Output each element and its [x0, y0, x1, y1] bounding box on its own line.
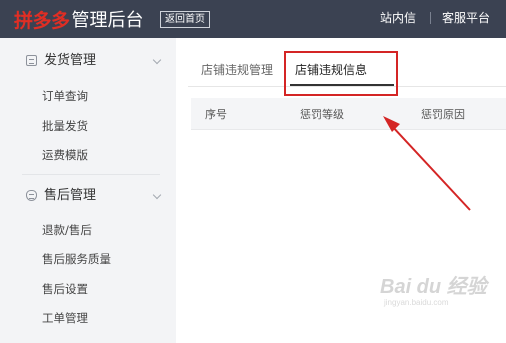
watermark-url: jingyan.baidu.com	[384, 298, 449, 307]
watermark-brand: Bai du 经验	[380, 276, 487, 298]
arrow-head	[383, 116, 400, 132]
baidu-jingyan-watermark: Bai du 经验 jingyan.baidu.com	[370, 268, 506, 314]
arrow-shaft	[390, 124, 471, 211]
